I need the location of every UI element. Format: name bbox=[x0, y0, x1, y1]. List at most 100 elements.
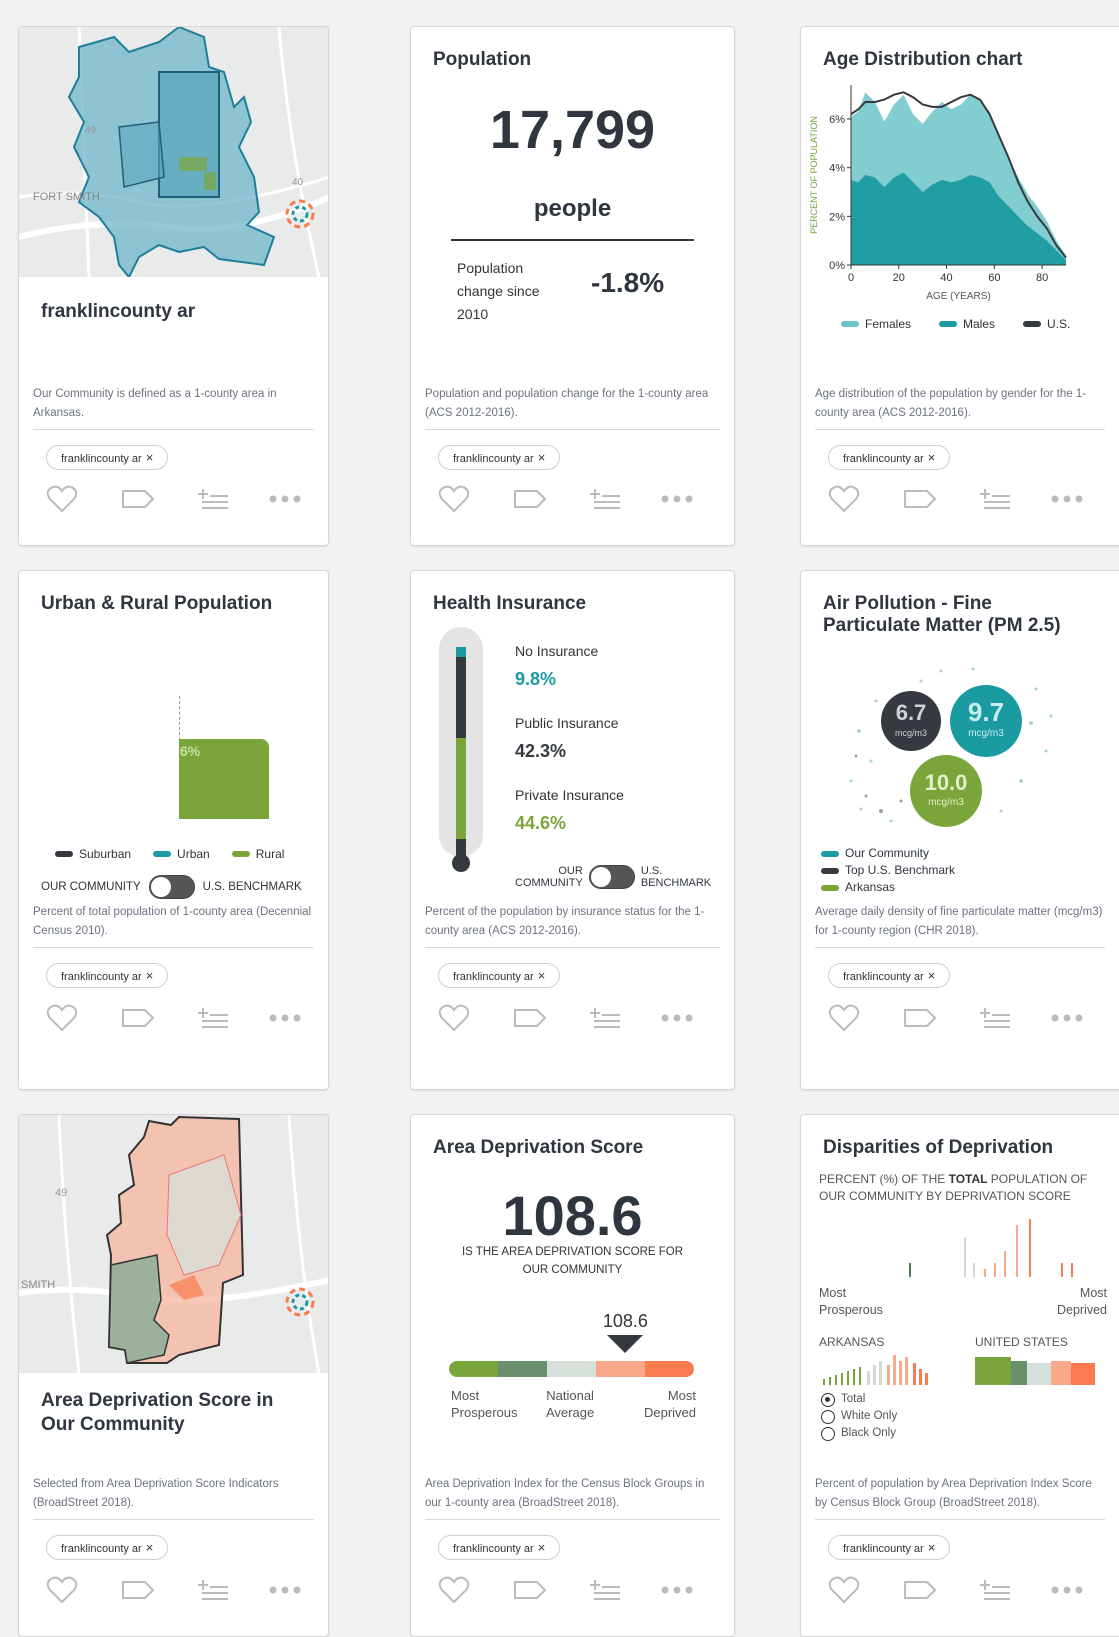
tag-icon[interactable] bbox=[903, 1001, 937, 1035]
heart-icon[interactable] bbox=[828, 1001, 860, 1035]
tag-icon[interactable] bbox=[121, 1001, 155, 1035]
more-options-icon[interactable] bbox=[1050, 482, 1084, 516]
radio-white-only[interactable]: White Only bbox=[821, 1408, 897, 1425]
remove-tag-icon[interactable]: × bbox=[538, 968, 546, 983]
radio-total[interactable]: Total bbox=[821, 1391, 897, 1408]
add-to-list-icon[interactable] bbox=[978, 1001, 1012, 1035]
add-to-list-icon[interactable] bbox=[978, 1573, 1012, 1607]
remove-tag-icon[interactable]: × bbox=[928, 968, 936, 983]
remove-tag-icon[interactable]: × bbox=[928, 1540, 936, 1555]
add-to-list-icon[interactable] bbox=[196, 1001, 230, 1035]
card-actions bbox=[438, 482, 714, 516]
more-options-icon[interactable] bbox=[1050, 1001, 1084, 1035]
scale-label-line: Prosperous bbox=[451, 1405, 518, 1420]
card-description: Percent of population by Area Deprivatio… bbox=[815, 1475, 1105, 1520]
radio-black-only[interactable]: Black Only bbox=[821, 1425, 897, 1442]
location-tag[interactable]: franklincounty ar × bbox=[828, 963, 951, 988]
location-tag[interactable]: franklincounty ar × bbox=[46, 445, 169, 470]
community-map[interactable]: FORT SMITH 49 40 bbox=[19, 27, 328, 277]
location-tag[interactable]: franklincounty ar × bbox=[438, 445, 561, 470]
card-population[interactable]: Population 17,799 people Population chan… bbox=[410, 26, 735, 546]
card-disparities[interactable]: Disparities of Deprivation PERCENT (%) O… bbox=[800, 1114, 1119, 1637]
card-air-pollution[interactable]: Air Pollution - Fine Particulate Matter (… bbox=[800, 570, 1119, 1090]
population-unit: people bbox=[533, 195, 612, 222]
change-label-line: change since bbox=[457, 283, 540, 299]
tag-label: franklincounty ar bbox=[61, 971, 142, 983]
tag-icon[interactable] bbox=[513, 1001, 547, 1035]
card-area-deprivation-score[interactable]: Area Deprivation Score 108.6 IS THE AREA… bbox=[410, 1114, 735, 1637]
legend-label: Top U.S. Benchmark bbox=[845, 863, 956, 877]
heart-icon[interactable] bbox=[46, 1573, 78, 1607]
tag-label: franklincounty ar bbox=[61, 1543, 142, 1555]
benchmark-toggle[interactable] bbox=[148, 875, 195, 899]
location-tag[interactable]: franklincounty ar × bbox=[46, 963, 169, 988]
benchmark-toggle-row: OUR COMMUNITY U.S. BENCHMARK bbox=[41, 875, 302, 899]
more-options-icon[interactable] bbox=[268, 1001, 302, 1035]
benchmark-toggle[interactable] bbox=[588, 865, 635, 889]
more-options-icon[interactable] bbox=[1050, 1573, 1084, 1607]
heart-icon[interactable] bbox=[438, 1001, 470, 1035]
more-options-icon[interactable] bbox=[660, 1001, 694, 1035]
arkansas-mini-histogram[interactable] bbox=[819, 1351, 949, 1385]
remove-tag-icon[interactable]: × bbox=[928, 450, 936, 465]
more-options-icon[interactable] bbox=[660, 482, 694, 516]
us-mini-histogram[interactable] bbox=[975, 1351, 1105, 1385]
heart-icon[interactable] bbox=[46, 482, 78, 516]
card-urban-rural[interactable]: Urban & Rural Population 6% Suburban Urb… bbox=[18, 570, 329, 1090]
add-to-list-icon[interactable] bbox=[978, 482, 1012, 516]
disparities-histogram[interactable] bbox=[801, 1217, 1101, 1281]
heart-icon[interactable] bbox=[438, 1573, 470, 1607]
label-line: Most bbox=[819, 1286, 847, 1300]
add-to-list-icon[interactable] bbox=[196, 1573, 230, 1607]
heart-icon[interactable] bbox=[46, 1001, 78, 1035]
toggle-left-line: OUR bbox=[558, 865, 583, 877]
remove-tag-icon[interactable]: × bbox=[146, 450, 154, 465]
add-to-list-icon[interactable] bbox=[588, 1573, 622, 1607]
card-deprivation-map[interactable]: SMITH 49 Area Deprivation Score in Our Co… bbox=[18, 1114, 329, 1637]
tag-icon[interactable] bbox=[121, 1573, 155, 1607]
bubble-arkansas-value: 10.0 mcg/m3 bbox=[910, 771, 982, 811]
remove-tag-icon[interactable]: × bbox=[146, 968, 154, 983]
add-to-list-icon[interactable] bbox=[196, 482, 230, 516]
age-distribution-chart[interactable]: PERCENT OF POPULATION 0% 2% 4% 6% 0 20 40 60 80 AG… bbox=[801, 75, 1101, 315]
location-tag[interactable]: franklincounty ar × bbox=[438, 963, 561, 988]
histogram-label-left: Most Prosperous bbox=[819, 1285, 883, 1319]
more-options-icon[interactable] bbox=[268, 482, 302, 516]
title-line: Particulate Matter (PM 2.5) bbox=[823, 615, 1061, 636]
remove-tag-icon[interactable]: × bbox=[146, 1540, 154, 1555]
location-tag[interactable]: franklincounty ar × bbox=[828, 445, 951, 470]
location-tag[interactable]: franklincounty ar × bbox=[46, 1535, 169, 1560]
label-line: Most bbox=[1079, 1286, 1107, 1300]
deprivation-scale-bar[interactable] bbox=[449, 1361, 694, 1377]
deprivation-map[interactable]: SMITH 49 bbox=[19, 1115, 328, 1373]
more-options-icon[interactable] bbox=[660, 1573, 694, 1607]
legend-swatch bbox=[939, 321, 958, 327]
add-to-list-icon[interactable] bbox=[588, 1001, 622, 1035]
add-to-list-icon[interactable] bbox=[588, 482, 622, 516]
race-filter-radio-group: Total White Only Black Only bbox=[821, 1391, 897, 1442]
pm25-bubble-chart[interactable] bbox=[801, 661, 1101, 851]
legend-rural: Rural bbox=[231, 847, 284, 861]
tag-icon[interactable] bbox=[121, 482, 155, 516]
legend-swatch bbox=[821, 850, 839, 857]
divider bbox=[451, 239, 694, 241]
tag-icon[interactable] bbox=[513, 482, 547, 516]
heart-icon[interactable] bbox=[828, 482, 860, 516]
remove-tag-icon[interactable]: × bbox=[538, 450, 546, 465]
tag-icon[interactable] bbox=[903, 1573, 937, 1607]
toggle-left-label: OUR COMMUNITY bbox=[515, 865, 583, 889]
tag-icon[interactable] bbox=[513, 1573, 547, 1607]
remove-tag-icon[interactable]: × bbox=[538, 1540, 546, 1555]
card-age-distribution[interactable]: Age Distribution chart PERCENT OF POPULA… bbox=[800, 26, 1119, 546]
change-label-line: Population bbox=[457, 260, 524, 276]
location-tag[interactable]: franklincounty ar × bbox=[438, 1535, 561, 1560]
heart-icon[interactable] bbox=[828, 1573, 860, 1607]
heart-icon[interactable] bbox=[438, 482, 470, 516]
location-tag[interactable]: franklincounty ar × bbox=[828, 1535, 951, 1560]
tag-icon[interactable] bbox=[903, 482, 937, 516]
more-options-icon[interactable] bbox=[268, 1573, 302, 1607]
map-svg bbox=[19, 1115, 328, 1373]
card-health-insurance[interactable]: Health Insurance No Insurance 9.8% Publi… bbox=[410, 570, 735, 1090]
arkansas-label: ARKANSAS bbox=[819, 1335, 885, 1349]
card-community-map[interactable]: FORT SMITH 49 40 franklincounty ar Our C… bbox=[18, 26, 329, 546]
